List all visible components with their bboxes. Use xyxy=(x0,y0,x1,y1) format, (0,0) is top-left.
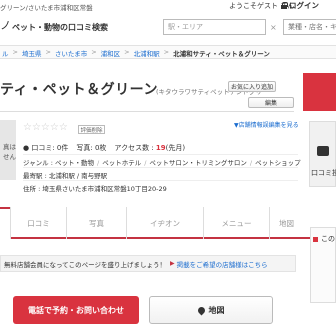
divider xyxy=(0,111,294,112)
genre-link[interactable]: ペットショップ xyxy=(255,159,301,167)
breadcrumb: ル > 埼玉県 > さいたま市 > 浦和区 > 北浦和駅 > 北浦和サティ・ペッ… xyxy=(2,48,270,58)
divider xyxy=(23,180,298,181)
side-action-button[interactable] xyxy=(303,73,336,111)
breadcrumb-separator: > xyxy=(12,48,18,56)
breadcrumb-item[interactable]: 浦和区 xyxy=(101,48,121,58)
breadcrumb-current: 北浦和サティ・ペット＆グリーン xyxy=(173,50,270,58)
notice-text: 無料店舗会員になってこのページを盛り上げましょう！ xyxy=(4,260,167,269)
map-button-label: 地図 xyxy=(208,305,225,315)
breadcrumb-item[interactable]: さいたま市 xyxy=(55,48,87,58)
tab-menu[interactable]: メニュー xyxy=(203,207,269,239)
genre-link[interactable]: ペットホテル xyxy=(102,159,141,167)
breadcrumb-separator: > xyxy=(124,48,130,56)
tab-reviews[interactable]: 口コミ xyxy=(10,207,66,239)
genre-link[interactable]: ペット・動物 xyxy=(55,159,94,167)
breadcrumb-item[interactable]: ル xyxy=(2,48,9,58)
access-count: アクセス数 : 19(先月) xyxy=(114,143,185,153)
edit-history-link[interactable]: ▼店舗情報誤編集を見る xyxy=(234,120,299,129)
review-count[interactable]: ● 口コミ: 0件 xyxy=(23,143,68,153)
call-reserve-button[interactable]: 電話で予約・お問い合わせ xyxy=(13,296,139,324)
access-unit: (先月) xyxy=(165,144,186,152)
breadcrumb-item[interactable]: 北浦和駅 xyxy=(134,48,160,58)
tab-map[interactable]: 地図 xyxy=(269,207,303,239)
genre-line: ジャンル : ペット・動物 / ペットホテル / ペットサロン・トリミングサロン / ペット… xyxy=(23,159,301,167)
square-icon xyxy=(313,236,318,242)
listing-request-link[interactable]: 掲載をご希望の店舗様はこちら xyxy=(177,259,268,269)
tab-aeon[interactable]: イヂオン xyxy=(126,207,203,239)
photo-placeholder-text: 真は せん xyxy=(3,143,16,161)
top-area-text: グリーン/さいたま市浦和区常盤 xyxy=(0,4,93,12)
edit-button[interactable]: 編集 xyxy=(248,97,294,108)
address-line: 住所 : 埼玉県さいたま市浦和区常盤10丁目20-29 xyxy=(23,185,167,193)
page-title: ティ・ペット＆グリーン xyxy=(0,82,158,98)
divider xyxy=(23,154,298,155)
login-link[interactable]: ログイン xyxy=(281,0,319,11)
lock-icon xyxy=(281,2,288,9)
photo-count[interactable]: 写真: 0枚 xyxy=(76,143,106,153)
map-pin-icon xyxy=(196,305,206,315)
clear-icon[interactable]: × xyxy=(270,23,277,32)
side-box-title-text: この xyxy=(321,235,335,243)
genre-link[interactable]: ペットサロン・トリミングサロン xyxy=(149,159,247,167)
breadcrumb-separator: > xyxy=(45,48,51,56)
divider xyxy=(23,167,298,168)
rating-stars: ☆☆☆☆☆ xyxy=(23,122,68,133)
area-search-input[interactable] xyxy=(163,19,266,35)
stats-row: ● 口コミ: 0件 写真: 0枚 アクセス数 : 19(先月) xyxy=(23,143,185,153)
breadcrumb-separator: > xyxy=(91,48,97,56)
map-button[interactable]: 地図 xyxy=(149,296,273,324)
breadcrumb-item[interactable]: 埼玉県 xyxy=(22,48,42,58)
site-logo[interactable]: ノ xyxy=(0,17,11,33)
comment-icon xyxy=(317,146,329,156)
station-line: 最寄駅 : 北浦和駅 / 南与野駅 xyxy=(23,172,108,180)
side-box-title: この xyxy=(313,234,335,244)
rating-badge[interactable]: 評価削除 xyxy=(78,125,105,134)
login-label: ログイン xyxy=(289,1,319,10)
tab-photos[interactable]: 写真 xyxy=(66,207,126,239)
keyword-search-input[interactable] xyxy=(283,19,336,35)
member-notice: 無料店舗会員になってこのページを盛り上げましょう！ ▶ 掲載をご希望の店舗様はこ… xyxy=(0,255,296,272)
genre-label: ジャンル : xyxy=(23,159,55,167)
review-post-label: 口コミ投 xyxy=(311,169,336,177)
access-label: アクセス数 : xyxy=(114,144,156,152)
access-value: 19 xyxy=(155,144,166,152)
tab-top[interactable] xyxy=(0,207,10,239)
site-name[interactable]: ペット・動物の口コミ検索 xyxy=(12,22,108,33)
add-favorite-button[interactable]: お気に入り追加 xyxy=(228,81,276,92)
breadcrumb-separator: > xyxy=(163,48,170,56)
caret-right-icon: ▶ xyxy=(170,260,175,267)
